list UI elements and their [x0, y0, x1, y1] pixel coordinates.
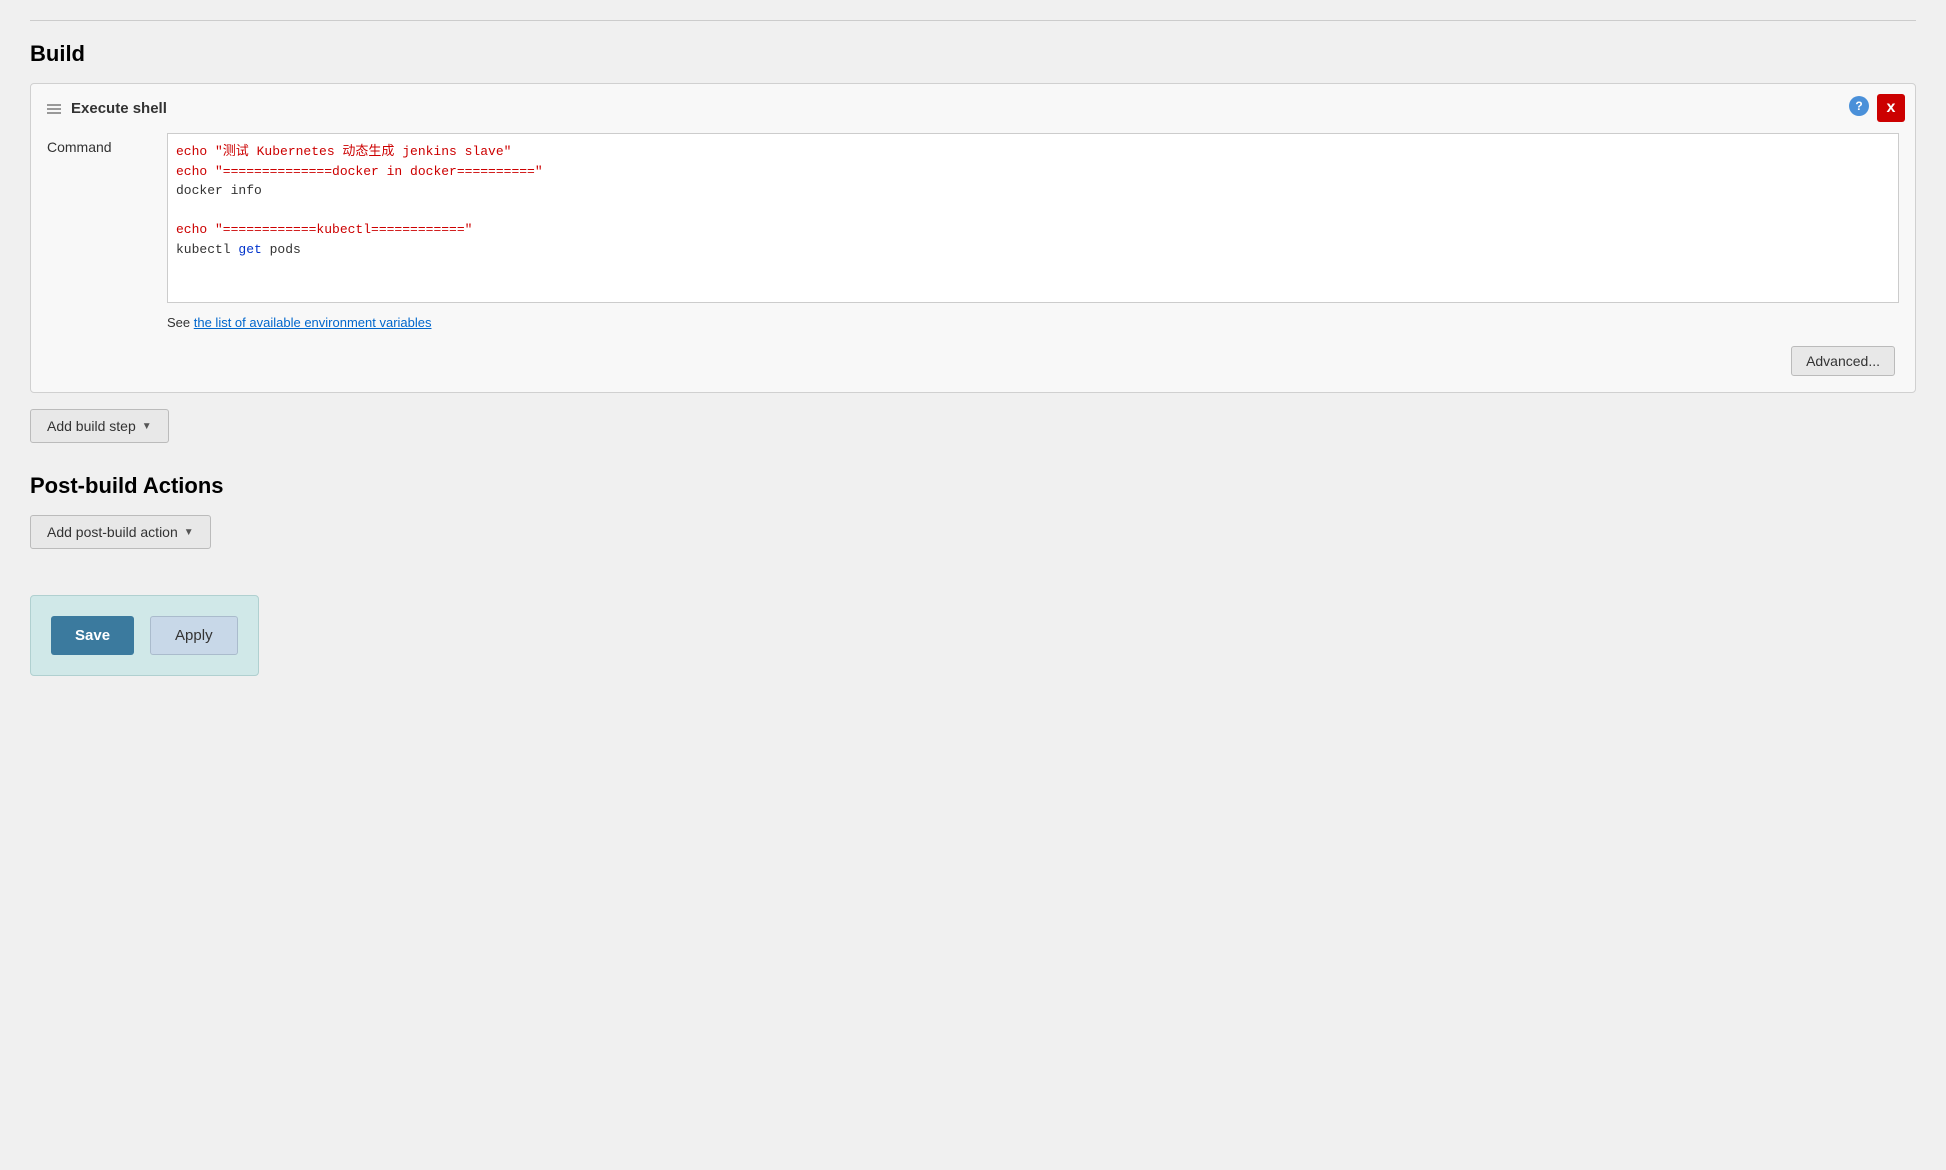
- code-line-4: [176, 201, 1890, 221]
- post-build-section: Post-build Actions Add post-build action…: [30, 473, 1916, 549]
- command-row: Command echo "测试 Kubernetes 动态生成 jenkins…: [47, 133, 1899, 303]
- build-section: Build x ? Execute shell Co: [30, 41, 1916, 443]
- execute-shell-title: Execute shell: [71, 100, 167, 117]
- advanced-btn-row: Advanced...: [47, 346, 1899, 376]
- page-container: Build x ? Execute shell Co: [0, 0, 1946, 1170]
- code-line-5: echo "============kubectl============": [176, 220, 1890, 240]
- action-buttons-container: Save Apply: [30, 595, 259, 676]
- save-button[interactable]: Save: [51, 616, 134, 655]
- code-line-1: echo "测试 Kubernetes 动态生成 jenkins slave": [176, 142, 1890, 162]
- post-build-dropdown-arrow-icon: ▼: [184, 527, 194, 538]
- code-line-6: kubectl get pods: [176, 240, 1890, 260]
- code-line-2: echo "==============docker in docker====…: [176, 162, 1890, 182]
- environment-variables-link[interactable]: the list of available environment variab…: [194, 315, 432, 330]
- post-build-section-title: Post-build Actions: [30, 473, 1916, 499]
- add-post-build-action-button[interactable]: Add post-build action ▼: [30, 515, 211, 549]
- help-icon[interactable]: ?: [1849, 96, 1869, 116]
- advanced-button[interactable]: Advanced...: [1791, 346, 1895, 376]
- close-icon: x: [1887, 100, 1896, 116]
- see-environment-text: See the list of available environment va…: [167, 315, 1899, 330]
- code-line-3: docker info: [176, 181, 1890, 201]
- close-button[interactable]: x: [1877, 94, 1905, 122]
- command-label: Command: [47, 133, 167, 155]
- apply-button[interactable]: Apply: [150, 616, 238, 655]
- build-section-title: Build: [30, 41, 1916, 67]
- command-textarea[interactable]: echo "测试 Kubernetes 动态生成 jenkins slave" …: [167, 133, 1899, 303]
- drag-handle[interactable]: [47, 104, 61, 114]
- execute-shell-card: x ? Execute shell Command echo "测试 Kuber: [30, 83, 1916, 393]
- dropdown-arrow-icon: ▼: [142, 421, 152, 432]
- top-divider: [30, 20, 1916, 21]
- card-header: Execute shell: [47, 100, 1899, 117]
- add-build-step-button[interactable]: Add build step ▼: [30, 409, 169, 443]
